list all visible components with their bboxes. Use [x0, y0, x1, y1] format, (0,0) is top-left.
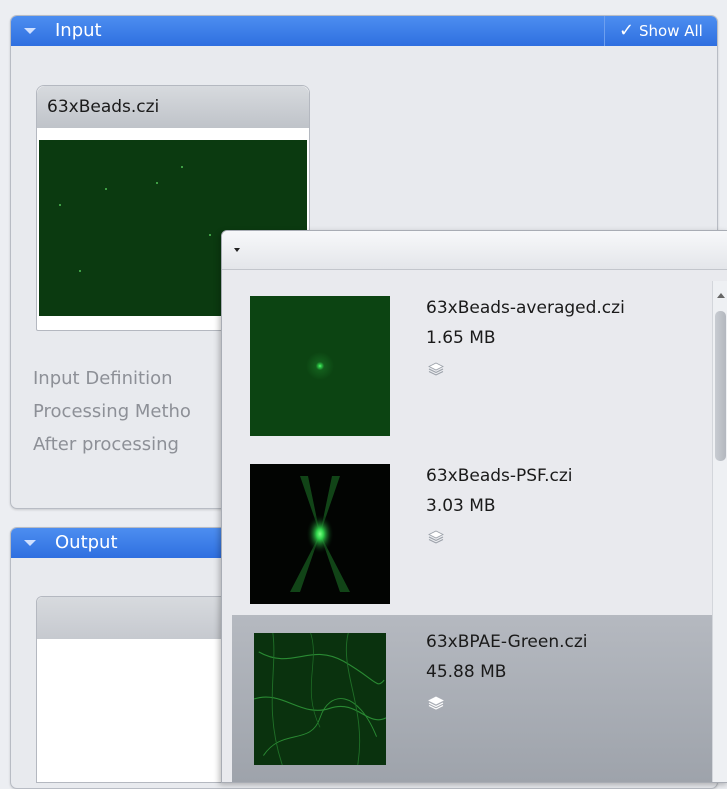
- thumbnail-header: 63xBeads.czi: [37, 86, 309, 128]
- input-file-name: 63xBeads.czi: [47, 97, 160, 117]
- collapse-caret-icon[interactable]: [24, 540, 36, 546]
- file-item[interactable]: 63xBeads-averaged.czi 1.65 MB: [232, 281, 712, 436]
- input-panel-title: Input: [55, 20, 102, 41]
- scroll-up-icon[interactable]: [717, 293, 725, 298]
- dropdown-caret-icon[interactable]: [234, 248, 240, 252]
- input-panel-header[interactable]: Input ✓ Show All: [11, 16, 717, 46]
- after-processing-label: After processing: [33, 434, 179, 455]
- scrollbar-thumb[interactable]: [715, 311, 726, 461]
- show-all-label: Show All: [639, 22, 703, 40]
- cell-image-thumbnail: [254, 632, 386, 766]
- output-panel-title: Output: [55, 532, 118, 553]
- input-definition-label: Input Definition: [33, 368, 173, 389]
- file-size: 3.03 MB: [426, 496, 496, 516]
- layers-icon: [428, 362, 444, 376]
- file-picker-toolbar: [222, 231, 727, 270]
- file-size: 1.65 MB: [426, 328, 496, 348]
- file-name: 63xBeads-averaged.czi: [426, 298, 625, 318]
- file-item[interactable]: 63xBeads-PSF.czi 3.03 MB: [232, 449, 712, 604]
- file-picker-popup: 63xBeads-averaged.czi 1.65 MB 63xBeads-P…: [221, 230, 727, 783]
- layers-icon: [428, 530, 444, 544]
- file-list-scrollbar[interactable]: [712, 281, 727, 782]
- collapse-caret-icon[interactable]: [24, 28, 36, 34]
- layers-icon: [428, 696, 444, 710]
- output-thumbnail-header: [37, 597, 237, 639]
- file-size: 45.88 MB: [426, 662, 507, 682]
- processing-method-label: Processing Metho: [33, 401, 191, 422]
- output-thumbnail-card[interactable]: [36, 596, 238, 783]
- file-name: 63xBPAE-Green.czi: [426, 632, 588, 652]
- psf-image-thumbnail: [250, 464, 390, 604]
- file-item-selected[interactable]: 63xBPAE-Green.czi 45.88 MB: [232, 615, 712, 782]
- show-all-button[interactable]: ✓ Show All: [604, 16, 717, 46]
- file-name: 63xBeads-PSF.czi: [426, 466, 573, 486]
- bead-image-thumbnail: [250, 296, 390, 436]
- checkmark-icon: ✓: [619, 20, 635, 41]
